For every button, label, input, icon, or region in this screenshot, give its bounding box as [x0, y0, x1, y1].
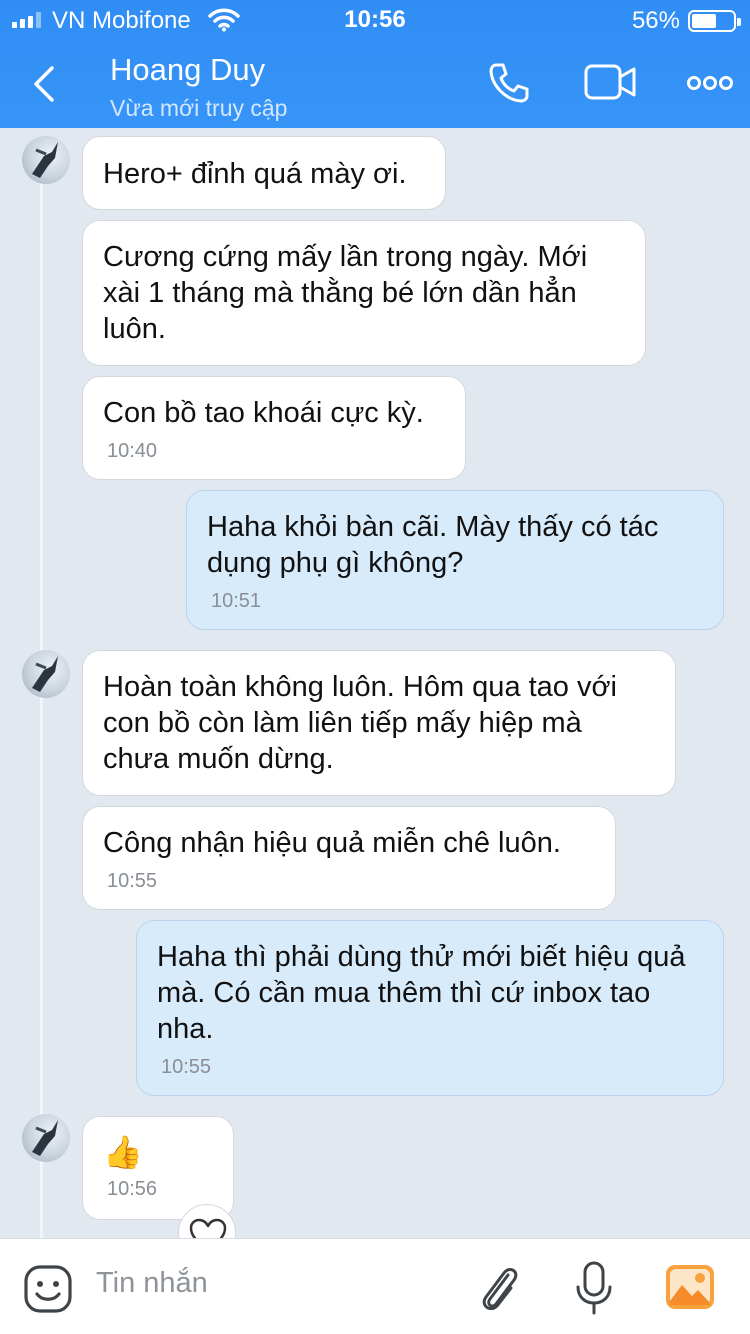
message-text: Hoàn toàn không luôn. Hôm qua tao với co… [103, 671, 617, 775]
contact-avatar[interactable] [22, 650, 70, 698]
message-list[interactable]: Hero+ đỉnh quá mày ơi. Cương cứng mấy lầ… [0, 128, 750, 1238]
emoji-sticker-icon[interactable] [22, 1263, 74, 1315]
contact-avatar[interactable] [22, 136, 70, 184]
incoming-message[interactable]: Cương cứng mấy lần trong ngày. Mới xài 1… [82, 220, 646, 366]
message-text: Haha thì phải dùng thử mới biết hiệu quả… [157, 941, 686, 1045]
heart-icon [189, 1218, 227, 1238]
chat-header: VN Mobifone 10:56 56% Hoang Duy Vừa mới … [0, 0, 750, 128]
react-heart-button[interactable] [178, 1204, 236, 1238]
message-input-bar: Tin nhắn [0, 1238, 750, 1334]
message-text: Cương cứng mấy lần trong ngày. Mới xài 1… [103, 241, 588, 345]
message-time: 10:40 [107, 440, 158, 462]
phone-icon[interactable] [486, 60, 532, 106]
message-time: 10:55 [107, 870, 158, 892]
status-bar: VN Mobifone 10:56 56% [0, 0, 750, 40]
attachment-icon[interactable] [474, 1261, 524, 1317]
message-text: Con bồ tao khoái cực kỳ. [103, 397, 424, 429]
message-time: 10:55 [161, 1056, 212, 1078]
last-seen-status: Vừa mới truy cập [110, 95, 288, 121]
message-text: Hero+ đỉnh quá mày ơi. [103, 158, 407, 190]
message-input[interactable]: Tin nhắn [96, 1267, 208, 1300]
more-icon[interactable] [686, 70, 734, 96]
microphone-icon[interactable] [572, 1259, 616, 1319]
message-text: Công nhận hiệu quả miễn chê luôn. [103, 827, 561, 859]
incoming-message[interactable]: Hoàn toàn không luôn. Hôm qua tao với co… [82, 650, 676, 796]
incoming-message[interactable]: Công nhận hiệu quả miễn chê luôn. 10:55 [82, 806, 616, 910]
message-time: 10:51 [211, 590, 262, 612]
thumbs-up-emoji: 👍 [103, 1134, 143, 1170]
battery-icon [688, 10, 741, 32]
outgoing-message[interactable]: Haha khỏi bàn cãi. Mày thấy có tác dụng … [186, 490, 724, 630]
incoming-message[interactable]: Con bồ tao khoái cực kỳ. 10:40 [82, 376, 466, 480]
video-call-icon[interactable] [583, 60, 637, 104]
contact-name[interactable]: Hoang Duy [110, 52, 265, 88]
contact-avatar[interactable] [22, 1114, 70, 1162]
message-time: 10:56 [107, 1178, 158, 1200]
back-icon[interactable] [26, 62, 62, 106]
thread-line [40, 184, 43, 1238]
incoming-message[interactable]: Hero+ đỉnh quá mày ơi. [82, 136, 446, 210]
battery-percent: 56% [631, 7, 680, 34]
image-gallery-icon[interactable] [664, 1263, 716, 1311]
outgoing-message[interactable]: Haha thì phải dùng thử mới biết hiệu quả… [136, 920, 724, 1096]
message-text: Haha khỏi bàn cãi. Mày thấy có tác dụng … [207, 511, 659, 579]
